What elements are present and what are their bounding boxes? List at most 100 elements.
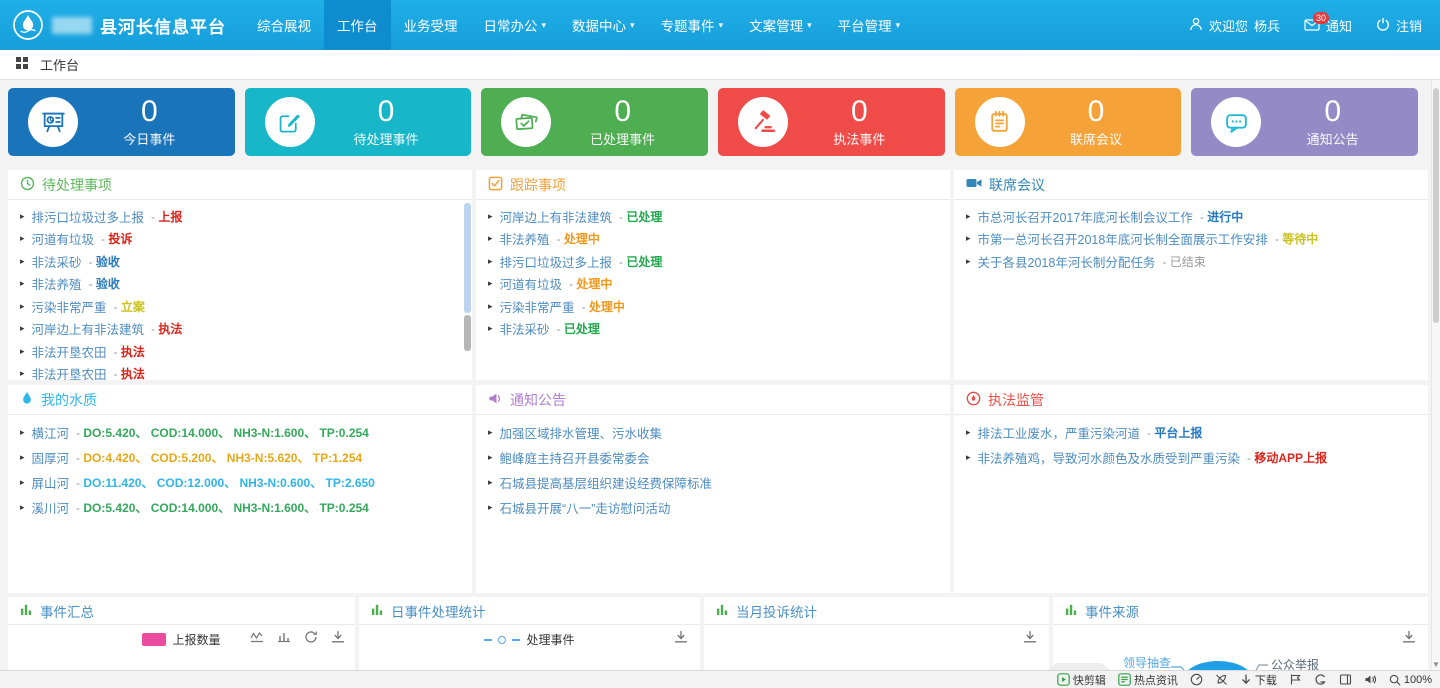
stat-card-today-events[interactable]: 0 今日事件 [8,88,235,156]
gavel-icon [738,97,788,147]
clock-icon [20,176,35,194]
nav-item-data-center[interactable]: 数据中心▾ [559,0,648,50]
list-item[interactable]: ▸溪川河DO:5.420、 COD:14.000、 NH3-N:1.600、 T… [20,495,460,520]
caret-icon: ▸ [20,428,25,437]
breadcrumb: 工作台 [0,50,1440,80]
notifications-button[interactable]: 30 通知 [1304,16,1352,35]
nav-item-overview[interactable]: 综合展视 [244,0,324,50]
list-item[interactable]: ▸非法养殖验收 [20,273,460,296]
list-item[interactable]: ▸非法开垦农田执法 [20,363,460,381]
list-item[interactable]: ▸河道有垃圾投诉 [20,228,460,251]
proxy-curve-icon[interactable] [1314,673,1327,686]
panel-tracking: 跟踪事项 ▸河岸边上有非法建筑已处理 ▸非法养殖处理中 ▸排污口垃圾过多上报已处… [476,170,950,380]
refresh-icon[interactable] [304,630,318,644]
stat-value: 0 [1025,97,1168,127]
download-icon[interactable] [1023,630,1037,649]
line-chart-toggle-icon[interactable] [250,630,264,644]
stat-value: 0 [78,97,221,127]
list-item[interactable]: ▸排法工业废水，严重污染河道平台上报 [966,420,1416,445]
panel-meetings: 联席会议 ▸市总河长召开2017年底河长制会议工作进行中 ▸市第一总河长召开20… [954,170,1428,380]
panel-scrollbar-thumb[interactable] [464,315,471,351]
list-item[interactable]: ▸非法养殖鸡，导致河水颜色及水质受到严重污染移动APP上报 [966,445,1416,470]
legend-label: 上报数量 [172,631,220,648]
panel-scrollbar-track[interactable] [464,203,471,313]
list-item[interactable]: ▸排污口垃圾过多上报已处理 [488,250,938,273]
flag-banner-icon[interactable] [1289,673,1302,686]
page-title: 工作台 [40,55,79,74]
download-icon[interactable] [331,630,345,644]
list-item[interactable]: ▸河岸边上有非法建筑执法 [20,318,460,341]
status-badge: 处理中 [582,298,625,315]
caret-icon: ▸ [966,453,971,462]
caret-icon: ▸ [966,234,971,243]
list-item[interactable]: ▸屏山河DO:11.420、 COD:12.000、 NH3-N:0.600、 … [20,470,460,495]
stat-label: 今日事件 [78,129,221,148]
list-item[interactable]: ▸关于各县2018年河长制分配任务已结束 [966,250,1416,273]
list-item[interactable]: ▸市总河长召开2017年底河长制会议工作进行中 [966,205,1416,228]
list-item[interactable]: ▸非法采砂验收 [20,250,460,273]
list-item[interactable]: ▸非法开垦农田执法 [20,340,460,363]
stat-card-enforcement-events[interactable]: 0 执法事件 [718,88,945,156]
download-manager-button[interactable]: 下载 [1240,672,1277,688]
page-scrollbar-thumb[interactable] [1433,88,1439,323]
chart-title: 当月投诉统计 [736,601,817,621]
download-icon[interactable] [1402,630,1416,649]
stat-card-notices[interactable]: 0 通知公告 [1191,88,1418,156]
scroll-down-arrow-icon[interactable]: ▼ [1432,660,1440,669]
quick-clip-button[interactable]: 快剪辑 [1057,672,1106,688]
panel-tracking-header: 跟踪事项 [476,170,950,200]
stat-card-joint-meetings[interactable]: 0 联席会议 [955,88,1182,156]
list-item[interactable]: ▸非法采砂已处理 [488,318,938,341]
nav-item-special-events[interactable]: 专题事件▾ [648,0,737,50]
nav-item-document-mgmt[interactable]: 文案管理▾ [736,0,825,50]
list-item[interactable]: ▸横江河DO:5.420、 COD:14.000、 NH3-N:1.600、 T… [20,420,460,445]
status-badge: 已结束 [1162,253,1205,270]
panel-meetings-header: 联席会议 [954,170,1428,200]
brand-title: 县河长信息平台 [100,13,226,38]
status-badge: 等待中 [1275,230,1318,247]
list-item[interactable]: ▸鲍峰庭主持召开县委常委会 [488,445,938,470]
legend-label: 处理事件 [526,631,574,648]
grid-menu-icon[interactable] [16,57,28,72]
zoom-control[interactable]: 100% [1389,674,1432,686]
sidebar-panel-icon[interactable] [1339,673,1352,686]
welcome-user[interactable]: 欢迎您 杨兵 [1189,16,1280,35]
nav-item-workbench[interactable]: 工作台 [324,0,391,50]
presentation-icon [28,97,78,147]
stat-card-processed-events[interactable]: 0 已处理事件 [481,88,708,156]
list-item[interactable]: ▸石城县开展“八一”走访慰问活动 [488,495,938,520]
status-badge: 验收 [89,253,120,270]
bar-chart-icon [1065,603,1078,619]
nav-item-platform-mgmt[interactable]: 平台管理▾ [825,0,914,50]
volume-icon[interactable] [1364,673,1377,686]
bar-chart-toggle-icon[interactable] [277,630,291,644]
stat-card-pending-events[interactable]: 0 待处理事件 [245,88,472,156]
hot-news-button[interactable]: 热点资讯 [1118,672,1178,688]
boost-disabled-icon[interactable] [1215,673,1228,686]
list-item[interactable]: ▸市第一总河长召开2018年底河长制全面展示工作安排等待中 [966,228,1416,251]
user-name: 杨兵 [1254,16,1280,35]
list-item[interactable]: ▸固厚河DO:4.420、 COD:5.200、 NH3-N:5.620、 TP… [20,445,460,470]
nav-item-business[interactable]: 业务受理 [391,0,471,50]
stat-value: 0 [315,97,458,127]
page-scrollbar[interactable]: ▼ [1431,80,1440,670]
caret-icon: ▸ [488,257,493,266]
list-item[interactable]: ▸河岸边上有非法建筑已处理 [488,205,938,228]
envelope-icon: 30 [1304,19,1320,31]
legend-item[interactable]: 处理事件 [359,631,700,648]
nav-item-daily-office[interactable]: 日常办公▾ [471,0,560,50]
logout-button[interactable]: 注销 [1376,16,1422,35]
list-item[interactable]: ▸加强区域排水管理、污水收集 [488,420,938,445]
list-item[interactable]: ▸非法养殖处理中 [488,228,938,251]
download-icon[interactable] [674,630,688,649]
list-item[interactable]: ▸排污口垃圾过多上报上报 [20,205,460,228]
list-item[interactable]: ▸河道有垃圾处理中 [488,273,938,296]
list-item[interactable]: ▸污染非常严重立案 [20,295,460,318]
legend-line-marker [512,639,520,641]
list-item[interactable]: ▸污染非常严重处理中 [488,295,938,318]
download-arrow-icon [1240,674,1252,686]
list-item[interactable]: ▸石城县提高基层组织建设经费保障标准 [488,470,938,495]
logout-label: 注销 [1396,16,1422,35]
statusbar-handle[interactable] [1048,663,1110,670]
speed-gauge-icon[interactable] [1190,673,1203,686]
